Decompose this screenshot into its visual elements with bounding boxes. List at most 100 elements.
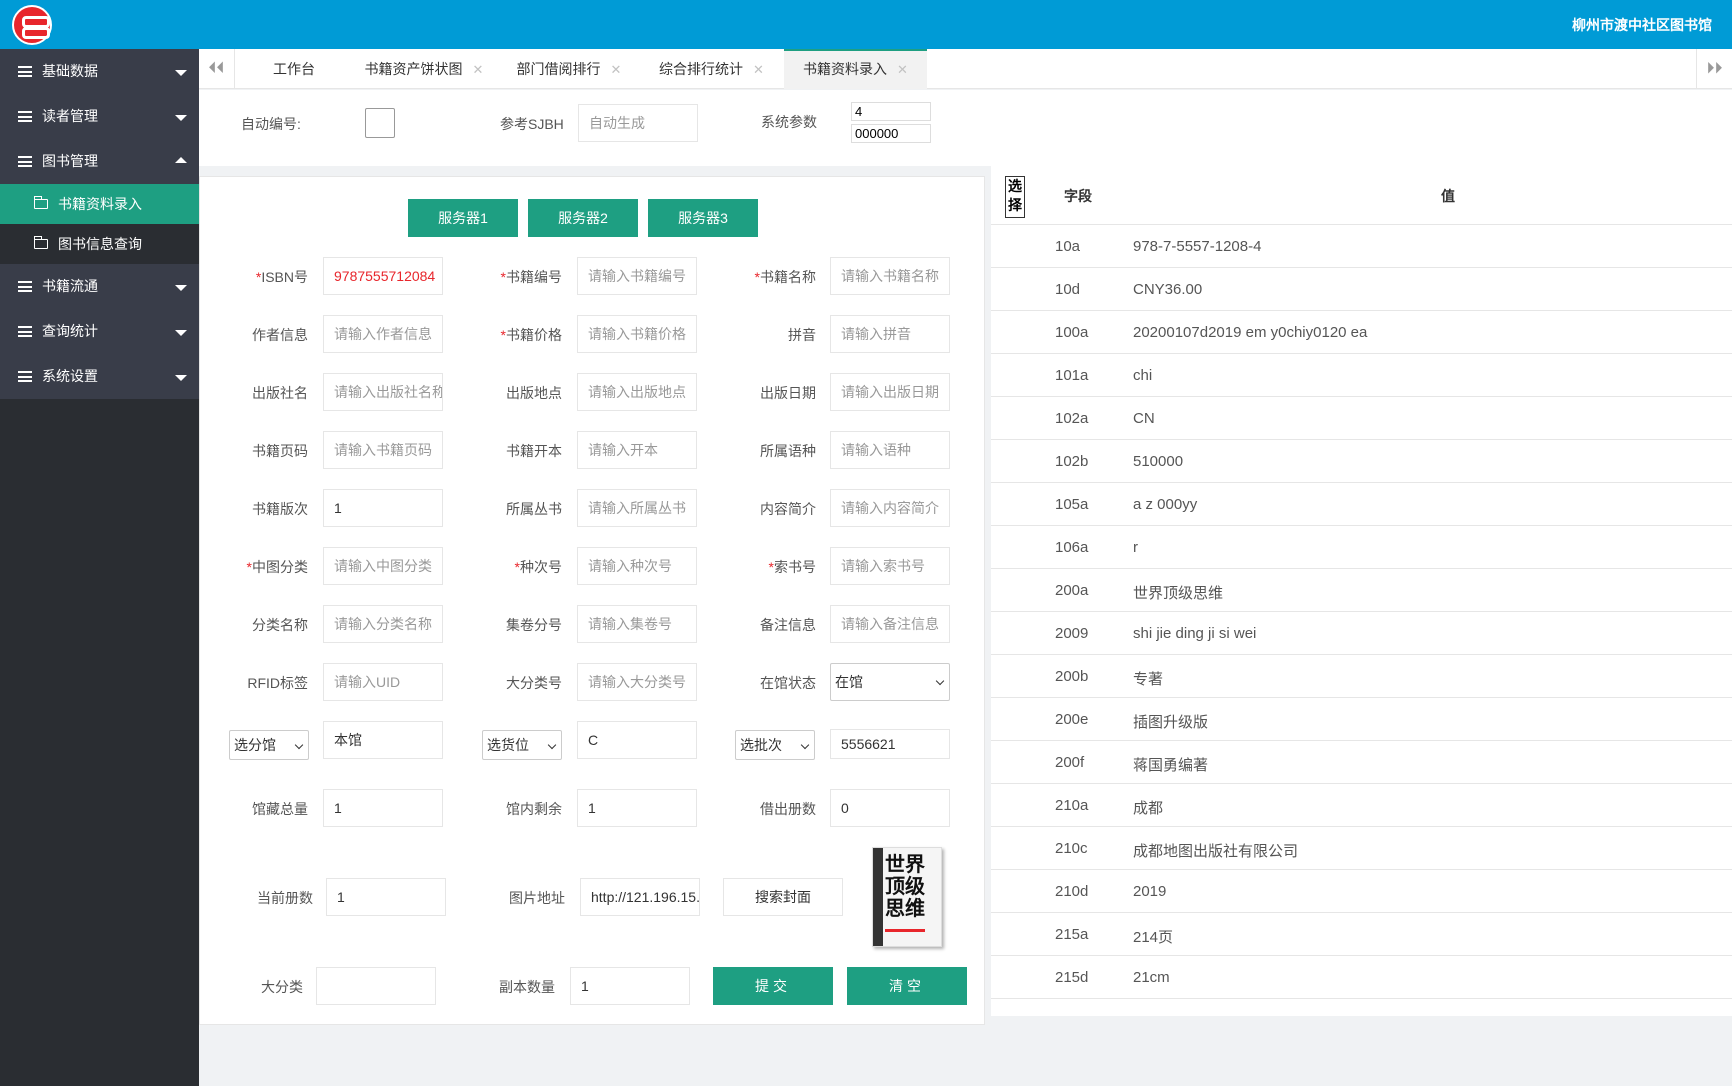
branch-select[interactable]: 选分馆 (229, 730, 309, 760)
rfid-input[interactable]: 请输入UID (323, 663, 443, 701)
total-label: 馆藏总量 (252, 801, 308, 817)
table-row[interactable]: 10a 978-7-5557-1208-4 (991, 225, 1732, 268)
table-row[interactable]: 200b 专著 (991, 655, 1732, 698)
sidebar-item-book-mgmt[interactable]: 图书管理 (0, 139, 199, 184)
batch-input[interactable]: 5556621 (830, 729, 950, 759)
book-name-label: *书籍名称 (754, 269, 816, 285)
shelf-input[interactable]: C (577, 721, 697, 759)
tab-book-entry[interactable]: 书籍资料录入 ✕ (784, 49, 927, 89)
table-row[interactable]: 215d 21cm (991, 956, 1732, 999)
summary-input[interactable]: 请输入内容简介 (830, 489, 950, 527)
status-select[interactable]: 在馆 (830, 663, 950, 701)
value-cell: 世界顶级思维 (1133, 585, 1224, 602)
col-value-header: 值 (1441, 188, 1455, 204)
folder-open-icon (33, 196, 48, 209)
library-logo-icon[interactable] (12, 5, 52, 45)
tab-scroll-right-icon[interactable]: ⏵⏵ (1696, 49, 1732, 89)
clc-input[interactable]: 请输入中图分类 (323, 547, 443, 585)
table-row[interactable]: 105a a z 000yy (991, 483, 1732, 526)
sidebar-item-circulation[interactable]: 书籍流通 (0, 264, 199, 309)
close-icon[interactable]: ✕ (473, 62, 484, 77)
major-class-label: 大分类 (261, 979, 303, 995)
table-row[interactable]: 106a r (991, 526, 1732, 569)
tab-workbench[interactable]: 工作台 (239, 49, 349, 89)
major-class-no-input[interactable]: 请输入大分类号 (577, 663, 697, 701)
remark-input[interactable]: 请输入备注信息 (830, 605, 950, 643)
list-icon (18, 66, 32, 77)
table-row[interactable]: 10d CNY36.00 (991, 268, 1732, 311)
pub-date-input[interactable]: 请输入出版日期 (830, 373, 950, 411)
value-cell: 成都 (1133, 800, 1164, 817)
submit-button[interactable]: 提交 (713, 967, 833, 1005)
select-all-header[interactable]: 选择 (1005, 176, 1025, 218)
copies-input[interactable]: 1 (570, 967, 690, 1005)
img-url-input[interactable]: http://121.196.15. (580, 878, 700, 916)
batch-select[interactable]: 选批次 (735, 730, 815, 760)
book-name-input[interactable]: 请输入书籍名称 (830, 257, 950, 295)
sys-param-input-1[interactable]: 4 (851, 102, 931, 121)
call-no-input[interactable]: 请输入索书号 (830, 547, 950, 585)
tab-dept-ranking[interactable]: 部门借阅排行 ✕ (499, 49, 639, 89)
table-row[interactable]: 210d 2019 (991, 870, 1732, 913)
table-row[interactable]: 210a 成都 (991, 784, 1732, 827)
tab-scroll-left-icon[interactable]: ⏴⏴ (199, 49, 235, 89)
close-icon[interactable]: ✕ (611, 62, 622, 77)
sidebar-subitem-book-entry[interactable]: 书籍资料录入 (0, 184, 199, 224)
close-icon[interactable]: ✕ (897, 62, 908, 77)
series-input[interactable]: 请输入所属丛书 (577, 489, 697, 527)
remain-input[interactable]: 1 (577, 789, 697, 827)
table-row[interactable]: 101a chi (991, 354, 1732, 397)
table-row[interactable]: 200e 插图升级版 (991, 698, 1732, 741)
sidebar-item-statistics[interactable]: 查询统计 (0, 309, 199, 354)
table-row[interactable]: 100a 20200107d2019 em y0chiy0120 ea (991, 311, 1732, 354)
summary-label: 内容简介 (760, 501, 816, 517)
isbn-input[interactable]: 9787555712084 (323, 257, 443, 295)
sidebar-item-settings[interactable]: 系统设置 (0, 354, 199, 399)
pinyin-input[interactable]: 请输入拼音 (830, 315, 950, 353)
value-cell: 214页 (1133, 929, 1174, 946)
pages-input[interactable]: 请输入书籍页码 (323, 431, 443, 469)
table-row[interactable]: 102a CN (991, 397, 1732, 440)
borrowed-input[interactable]: 0 (830, 789, 950, 827)
img-url-label: 图片地址 (509, 890, 565, 906)
remain-label: 馆内剩余 (506, 801, 562, 817)
branch-input[interactable]: 本馆 (323, 721, 443, 759)
sidebar-subitem-book-query[interactable]: 图书信息查询 (0, 224, 199, 264)
tab-asset-pie[interactable]: 书籍资产饼状图 ✕ (349, 49, 499, 89)
language-input[interactable]: 请输入语种 (830, 431, 950, 469)
table-row[interactable]: 102b 510000 (991, 440, 1732, 483)
price-input[interactable]: 请输入书籍价格 (577, 315, 697, 353)
publisher-input[interactable]: 请输入出版社名称 (323, 373, 443, 411)
clear-button[interactable]: 清空 (847, 967, 967, 1005)
class-name-input[interactable]: 请输入分类名称 (323, 605, 443, 643)
total-input[interactable]: 1 (323, 789, 443, 827)
book-no-input[interactable]: 请输入书籍编号 (577, 257, 697, 295)
table-row[interactable]: 200f 蒋国勇编著 (991, 741, 1732, 784)
current-input[interactable]: 1 (326, 878, 446, 916)
server2-button[interactable]: 服务器2 (528, 199, 638, 237)
book-entry-form: 服务器1 服务器2 服务器3 *ISBN号 9787555712084 *书籍编… (199, 176, 985, 1025)
volume-no-input[interactable]: 请输入集卷号 (577, 605, 697, 643)
pub-place-input[interactable]: 请输入出版地点 (577, 373, 697, 411)
table-row[interactable]: 215a 214页 (991, 913, 1732, 956)
sys-param-input-2[interactable]: 000000 (851, 124, 931, 143)
server3-button[interactable]: 服务器3 (648, 199, 758, 237)
field-cell: 100a (1055, 324, 1089, 341)
sidebar-item-reader-mgmt[interactable]: 读者管理 (0, 94, 199, 139)
major-class-input[interactable] (316, 967, 436, 1005)
author-input[interactable]: 请输入作者信息 (323, 315, 443, 353)
table-row[interactable]: 200a 世界顶级思维 (991, 569, 1732, 612)
server1-button[interactable]: 服务器1 (408, 199, 518, 237)
table-row[interactable]: 2009 shi jie ding ji si wei (991, 612, 1732, 655)
edition-input[interactable]: 1 (323, 489, 443, 527)
ref-sjbh-input[interactable]: 自动生成 (578, 104, 698, 142)
table-row[interactable]: 210c 成都地图出版社有限公司 (991, 827, 1732, 870)
format-input[interactable]: 请输入开本 (577, 431, 697, 469)
search-cover-button[interactable]: 搜索封面 (723, 878, 843, 916)
sidebar-item-basic-data[interactable]: 基础数据 (0, 49, 199, 94)
shelf-select[interactable]: 选货位 (482, 730, 562, 760)
close-icon[interactable]: ✕ (753, 62, 764, 77)
kind-no-input[interactable]: 请输入种次号 (577, 547, 697, 585)
auto-number-checkbox[interactable] (365, 108, 395, 138)
tab-overall-ranking[interactable]: 综合排行统计 ✕ (639, 49, 784, 89)
